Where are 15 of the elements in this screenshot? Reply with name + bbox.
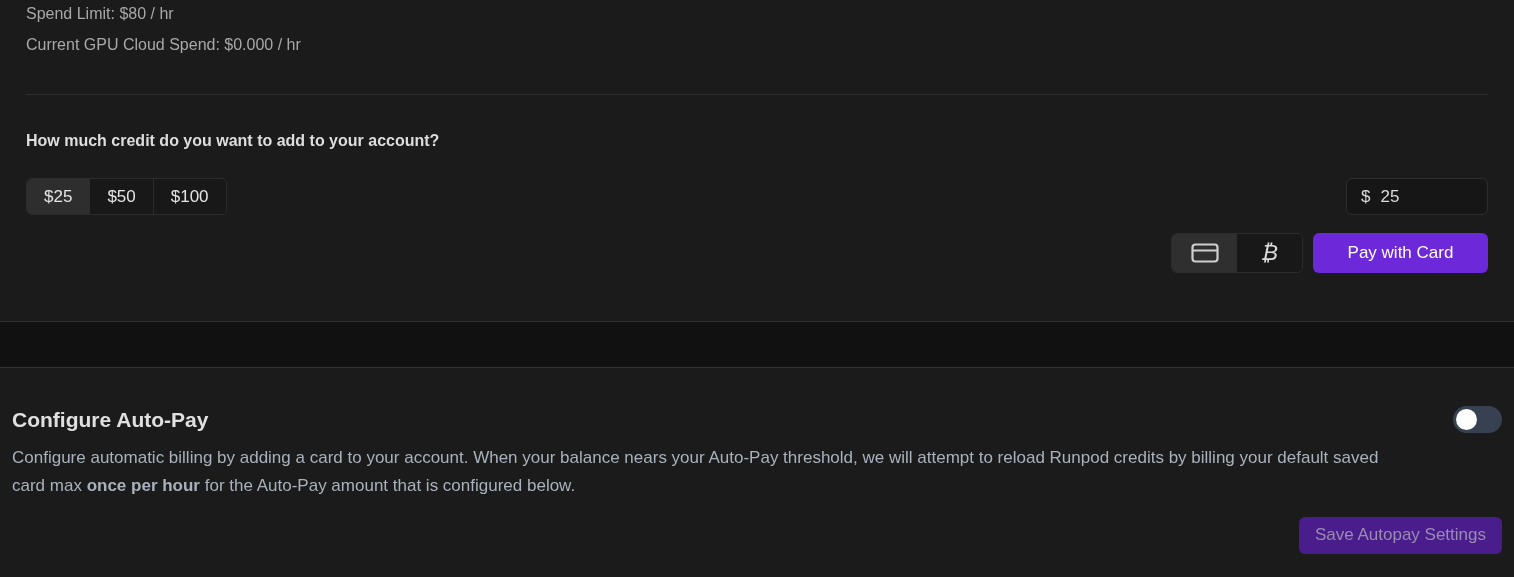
currency-symbol: $ <box>1361 185 1371 208</box>
spend-limit-text: Spend Limit: $80 / hr <box>26 4 175 24</box>
credit-card-icon <box>1190 243 1219 263</box>
amount-input[interactable]: 25 <box>1380 183 1461 210</box>
autopay-description: Configure automatic billing by adding a card to your account. When your balance nears your Auto-Pay threshold, we will attempt to reload Runpod credits by billing your default saved card max once per hour for the Auto-Pay amount that is configured below. <box>12 446 1380 497</box>
bitcoin-icon: ₿ <box>1260 242 1279 264</box>
credit-question: How much credit do you want to add to your account? <box>26 131 441 151</box>
amount-field[interactable]: $ 25 <box>1346 178 1488 215</box>
pay-button[interactable]: Pay with Card <box>1313 233 1488 273</box>
amount-option[interactable]: $100 <box>152 179 226 214</box>
autopay-toggle[interactable] <box>1453 406 1502 434</box>
payment-method-tab[interactable] <box>1172 234 1237 272</box>
amount-option[interactable]: $25 <box>27 179 90 214</box>
current-spend-text: Current GPU Cloud Spend: $0.000 / hr <box>26 35 302 55</box>
autopay-title: Configure Auto-Pay <box>12 407 209 433</box>
